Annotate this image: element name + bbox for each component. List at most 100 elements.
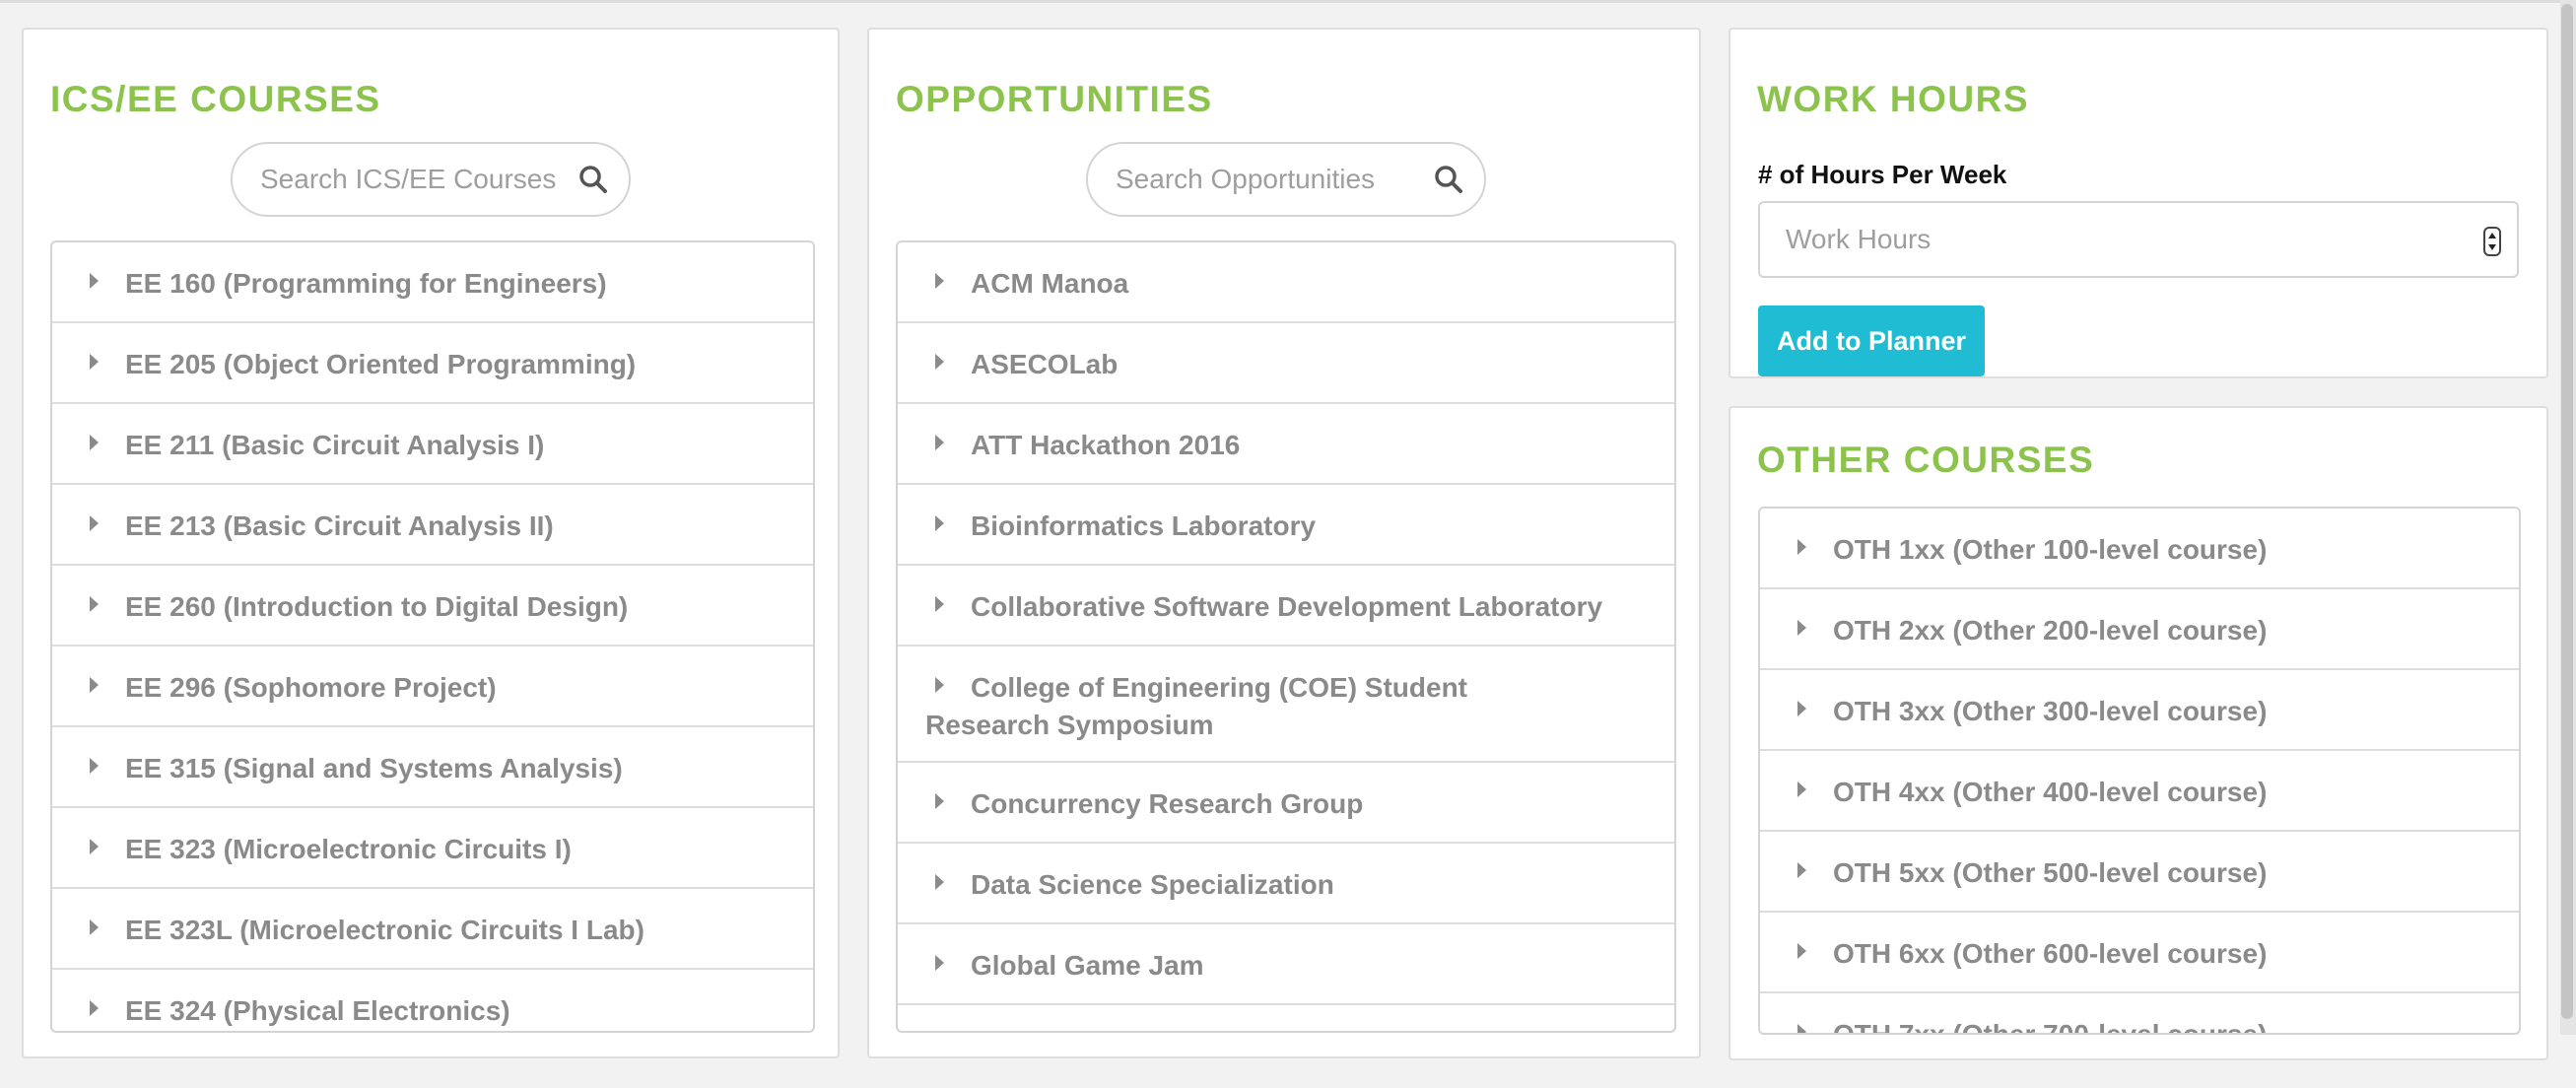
caret-right-icon [935, 435, 944, 450]
other-course-list-item[interactable]: OTH 2xx (Other 200-level course) [1760, 589, 2519, 670]
course-list-item[interactable]: EE 323L (Microelectronic Circuits I Lab) [52, 889, 813, 970]
course-label: EE 315 (Signal and Systems Analysis) [125, 753, 623, 783]
caret-right-icon [90, 758, 99, 774]
opportunity-list-item[interactable]: Concurrency Research Group [898, 763, 1674, 844]
other-course-list-item[interactable]: OTH 1xx (Other 100-level course) [1760, 509, 2519, 589]
search-icon[interactable] [1433, 164, 1464, 195]
caret-right-icon [90, 273, 99, 289]
other-course-list-item[interactable]: OTH 3xx (Other 300-level course) [1760, 670, 2519, 751]
caret-right-icon [1797, 701, 1806, 716]
opportunity-list-item[interactable]: ACM Manoa [898, 242, 1674, 323]
other-course-list-item[interactable]: OTH 4xx (Other 400-level course) [1760, 751, 2519, 832]
other-courses-list: OTH 1xx (Other 100-level course) OTH 2xx… [1758, 507, 2521, 1035]
opportunity-list-item[interactable]: Data Science Specialization [898, 844, 1674, 924]
spinner-down-icon[interactable] [2488, 244, 2496, 250]
caret-right-icon [935, 515, 944, 531]
opportunity-list-item[interactable]: Collaborative Software Development Labor… [898, 566, 1674, 646]
opportunity-label: College of Engineering (COE) Student Res… [925, 672, 1467, 740]
course-list-item[interactable]: EE 260 (Introduction to Digital Design) [52, 566, 813, 646]
opportunity-label: Data Science Specialization [971, 869, 1334, 900]
ics-ee-courses-panel: ICS/EE COURSES EE 160 (Programming for E… [22, 28, 840, 1058]
other-course-label: OTH 4xx (Other 400-level course) [1833, 777, 2268, 807]
other-courses-title: OTHER COURSES [1757, 440, 2095, 480]
opportunity-label: ATT Hackathon 2016 [971, 430, 1241, 460]
caret-right-icon [935, 273, 944, 289]
course-label: EE 324 (Physical Electronics) [125, 995, 510, 1026]
course-label: EE 323L (Microelectronic Circuits I Lab) [125, 915, 644, 945]
other-course-list-item[interactable]: OTH 7xx (Other 700-level course) [1760, 993, 2519, 1035]
caret-right-icon [935, 955, 944, 971]
course-label: EE 211 (Basic Circuit Analysis I) [125, 430, 545, 460]
opportunities-title: OPPORTUNITIES [896, 79, 1213, 119]
caret-right-icon [90, 515, 99, 531]
add-to-planner-button[interactable]: Add to Planner [1758, 306, 1985, 376]
course-label: EE 323 (Microelectronic Circuits I) [125, 834, 572, 864]
other-course-label: OTH 6xx (Other 600-level course) [1833, 938, 2268, 969]
opportunities-search-box [1086, 142, 1486, 217]
opportunities-panel: OPPORTUNITIES ACM Manoa ASECOLab ATT Hac… [867, 28, 1701, 1058]
other-course-list-item[interactable]: OTH 5xx (Other 500-level course) [1760, 832, 2519, 913]
ics-ee-course-list: EE 160 (Programming for Engineers) EE 20… [50, 240, 815, 1033]
caret-right-icon [1797, 539, 1806, 555]
ics-ee-courses-title: ICS/EE COURSES [50, 79, 381, 119]
opportunity-list-item[interactable]: College of Engineering (COE) Student Res… [898, 646, 1674, 763]
hours-per-week-label: # of Hours Per Week [1758, 160, 2007, 189]
caret-right-icon [90, 919, 99, 935]
course-list-item[interactable]: EE 213 (Basic Circuit Analysis II) [52, 485, 813, 566]
other-course-label: OTH 2xx (Other 200-level course) [1833, 615, 2268, 646]
search-icon[interactable] [577, 164, 609, 195]
opportunity-list-item[interactable]: Global Game Jam [898, 924, 1674, 1005]
other-course-label: OTH 5xx (Other 500-level course) [1833, 857, 2268, 888]
caret-right-icon [1797, 1024, 1806, 1033]
other-course-label: OTH 7xx (Other 700-level course) [1833, 1019, 2268, 1035]
other-course-label: OTH 1xx (Other 100-level course) [1833, 534, 2268, 565]
ics-ee-search-box [231, 142, 631, 217]
other-course-label: OTH 3xx (Other 300-level course) [1833, 696, 2268, 726]
work-hours-field [1758, 201, 2519, 278]
other-courses-panel: OTHER COURSES OTH 1xx (Other 100-level c… [1729, 406, 2548, 1060]
course-list-item[interactable]: EE 205 (Object Oriented Programming) [52, 323, 813, 404]
course-label: EE 296 (Sophomore Project) [125, 672, 497, 703]
caret-right-icon [90, 677, 99, 693]
course-label: EE 213 (Basic Circuit Analysis II) [125, 510, 554, 541]
caret-right-icon [1797, 862, 1806, 878]
opportunity-label: Global Game Jam [971, 950, 1204, 981]
caret-right-icon [1797, 782, 1806, 797]
top-border [0, 0, 2576, 3]
opportunity-label: Concurrency Research Group [971, 788, 1364, 819]
opportunity-label: ACM Manoa [971, 268, 1129, 299]
opportunity-label: ASECOLab [971, 349, 1119, 379]
number-spinner-icon[interactable] [2483, 227, 2501, 256]
caret-right-icon [935, 596, 944, 612]
course-list-item[interactable]: EE 323 (Microelectronic Circuits I) [52, 808, 813, 889]
other-course-list-item[interactable]: OTH 6xx (Other 600-level course) [1760, 913, 2519, 993]
course-list-item[interactable]: EE 315 (Signal and Systems Analysis) [52, 727, 813, 808]
opportunity-label: Bioinformatics Laboratory [971, 510, 1317, 541]
course-list-item[interactable]: EE 296 (Sophomore Project) [52, 646, 813, 727]
work-hours-input[interactable] [1786, 203, 2456, 276]
opportunity-list-item[interactable]: ATT Hackathon 2016 [898, 404, 1674, 485]
opportunity-list-item[interactable]: ASECOLab [898, 323, 1674, 404]
course-label: EE 260 (Introduction to Digital Design) [125, 591, 629, 622]
caret-right-icon [90, 435, 99, 450]
work-hours-panel: WORK HOURS # of Hours Per Week Add to Pl… [1729, 28, 2548, 378]
caret-right-icon [935, 354, 944, 370]
course-label: EE 160 (Programming for Engineers) [125, 268, 607, 299]
opportunity-label: Collaborative Software Development Labor… [971, 591, 1603, 622]
caret-right-icon [935, 874, 944, 890]
caret-right-icon [1797, 943, 1806, 959]
caret-right-icon [90, 354, 99, 370]
course-label: EE 205 (Object Oriented Programming) [125, 349, 637, 379]
opportunities-search-input[interactable] [1116, 144, 1421, 215]
ics-ee-search-input[interactable] [260, 144, 566, 215]
course-list-item[interactable]: EE 211 (Basic Circuit Analysis I) [52, 404, 813, 485]
caret-right-icon [90, 1000, 99, 1016]
work-hours-title: WORK HOURS [1757, 79, 2030, 119]
opportunity-list-item[interactable]: Bioinformatics Laboratory [898, 485, 1674, 566]
course-list-item[interactable]: EE 324 (Physical Electronics) [52, 970, 813, 1031]
caret-right-icon [90, 839, 99, 854]
course-list-item[interactable]: EE 160 (Programming for Engineers) [52, 242, 813, 323]
opportunities-list: ACM Manoa ASECOLab ATT Hackathon 2016 Bi… [896, 240, 1676, 1033]
page-scrollbar-thumb[interactable] [2561, 4, 2573, 1019]
spinner-up-icon[interactable] [2488, 233, 2496, 238]
